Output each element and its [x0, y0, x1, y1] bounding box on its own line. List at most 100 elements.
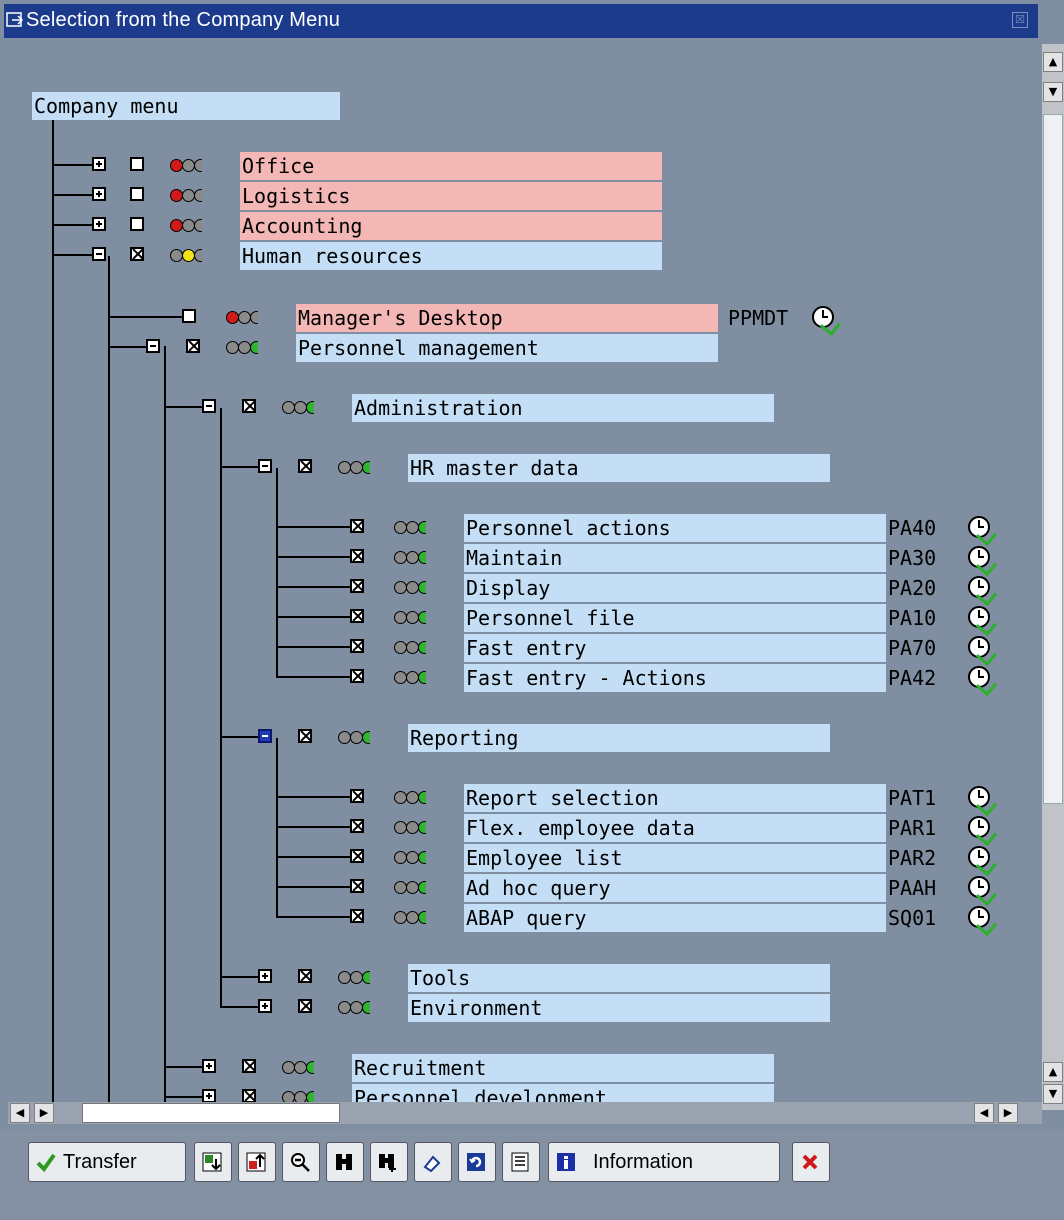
- tree-node-label[interactable]: HR master data: [408, 454, 830, 482]
- tree-node-label[interactable]: Logistics: [240, 182, 662, 210]
- node-checkbox[interactable]: [242, 1089, 256, 1103]
- zoom-button[interactable]: [282, 1142, 320, 1182]
- node-checkbox[interactable]: [350, 909, 364, 923]
- scroll-down-icon[interactable]: ▼: [1043, 82, 1063, 102]
- scroll-up-icon[interactable]: ▲: [1043, 52, 1063, 72]
- node-checkbox[interactable]: [298, 729, 312, 743]
- node-checkbox[interactable]: [350, 879, 364, 893]
- tree-node-label[interactable]: ABAP query: [464, 904, 886, 932]
- node-checkbox[interactable]: [350, 789, 364, 803]
- tree-node-label[interactable]: Reporting: [408, 724, 830, 752]
- cancel-button[interactable]: [792, 1142, 830, 1182]
- tree-expander-icon[interactable]: [92, 217, 106, 231]
- scroll-page-up-icon[interactable]: ▲: [1043, 1062, 1063, 1082]
- timed-transaction-icon[interactable]: [812, 306, 842, 337]
- tree-node-label[interactable]: Report selection: [464, 784, 886, 812]
- node-checkbox[interactable]: [350, 519, 364, 533]
- horizontal-scrollbar[interactable]: ◀ ▶ ◀ ▶: [8, 1102, 1042, 1124]
- node-checkbox[interactable]: [242, 1059, 256, 1073]
- tree-expander-icon[interactable]: [258, 459, 272, 473]
- tree-expander-icon[interactable]: [146, 339, 160, 353]
- node-checkbox[interactable]: [130, 247, 144, 261]
- tree-node-label[interactable]: Flex. employee data: [464, 814, 886, 842]
- tree-connector-line: [220, 1006, 258, 1008]
- node-checkbox[interactable]: [350, 639, 364, 653]
- tree-expander-icon[interactable]: [258, 729, 272, 743]
- timed-transaction-icon[interactable]: [968, 666, 998, 697]
- tree-node-label[interactable]: Personnel actions: [464, 514, 886, 542]
- tree-expander-icon[interactable]: [202, 399, 216, 413]
- refresh-button[interactable]: [458, 1142, 496, 1182]
- legend-button[interactable]: [502, 1142, 540, 1182]
- node-checkbox[interactable]: [350, 669, 364, 683]
- scroll-right-end-icon[interactable]: ▶: [998, 1103, 1018, 1123]
- timed-transaction-icon[interactable]: [968, 906, 998, 937]
- tree-expander-icon[interactable]: [202, 1059, 216, 1073]
- node-checkbox[interactable]: [298, 969, 312, 983]
- node-checkbox[interactable]: [130, 217, 144, 231]
- vertical-scrollbar[interactable]: ▲ ▼ ▲ ▼: [1042, 44, 1064, 1110]
- tree-node-label[interactable]: Administration: [352, 394, 774, 422]
- tree-expander-icon[interactable]: [258, 969, 272, 983]
- vertical-scroll-track[interactable]: [1043, 114, 1063, 804]
- scroll-left-end-icon[interactable]: ◀: [974, 1103, 994, 1123]
- tree-expander-icon[interactable]: [202, 1089, 216, 1103]
- node-checkbox[interactable]: [350, 609, 364, 623]
- expand-subtree-button[interactable]: [194, 1142, 232, 1182]
- tree-node-label[interactable]: Human resources: [240, 242, 662, 270]
- close-icon[interactable]: ☒: [1012, 12, 1028, 28]
- timed-transaction-icon[interactable]: [968, 786, 998, 817]
- node-checkbox[interactable]: [130, 187, 144, 201]
- collapse-subtree-button[interactable]: [238, 1142, 276, 1182]
- tree-expander-icon[interactable]: [92, 157, 106, 171]
- horizontal-scroll-thumb[interactable]: [82, 1103, 340, 1123]
- node-checkbox[interactable]: [350, 579, 364, 593]
- tree-node-label[interactable]: Recruitment: [352, 1054, 774, 1082]
- transaction-code: PA10: [888, 606, 937, 630]
- timed-transaction-icon[interactable]: [968, 546, 998, 577]
- tree-node-label[interactable]: Maintain: [464, 544, 886, 572]
- timed-transaction-icon[interactable]: [968, 636, 998, 667]
- tree-node-label[interactable]: Fast entry: [464, 634, 886, 662]
- node-checkbox[interactable]: [130, 157, 144, 171]
- timed-transaction-icon[interactable]: [968, 576, 998, 607]
- node-checkbox[interactable]: [350, 549, 364, 563]
- node-checkbox[interactable]: [182, 309, 196, 323]
- tree-node-label[interactable]: Fast entry - Actions: [464, 664, 886, 692]
- undo-button[interactable]: [414, 1142, 452, 1182]
- timed-transaction-icon[interactable]: [968, 606, 998, 637]
- tree-node-label[interactable]: Environment: [408, 994, 830, 1022]
- transfer-button[interactable]: Transfer: [28, 1142, 186, 1182]
- tree-expander-icon[interactable]: [92, 187, 106, 201]
- find-next-button[interactable]: [370, 1142, 408, 1182]
- status-light-icon: [182, 159, 195, 172]
- tree-node-label[interactable]: Tools: [408, 964, 830, 992]
- tree-node-label[interactable]: Personnel file: [464, 604, 886, 632]
- node-checkbox[interactable]: [242, 399, 256, 413]
- timed-transaction-icon[interactable]: [968, 876, 998, 907]
- information-button[interactable]: Information: [548, 1142, 780, 1182]
- scroll-right-icon[interactable]: ▶: [34, 1103, 54, 1123]
- scroll-left-icon[interactable]: ◀: [10, 1103, 30, 1123]
- node-checkbox[interactable]: [298, 459, 312, 473]
- timed-transaction-icon[interactable]: [968, 516, 998, 547]
- node-checkbox[interactable]: [350, 849, 364, 863]
- node-checkbox[interactable]: [298, 999, 312, 1013]
- find-button[interactable]: [326, 1142, 364, 1182]
- status-light-icon: [406, 521, 419, 534]
- tree-node-label[interactable]: Employee list: [464, 844, 886, 872]
- node-checkbox[interactable]: [186, 339, 200, 353]
- node-checkbox[interactable]: [350, 819, 364, 833]
- transaction-code: PAT1: [888, 786, 937, 810]
- timed-transaction-icon[interactable]: [968, 816, 998, 847]
- tree-node-label[interactable]: Office: [240, 152, 662, 180]
- tree-expander-icon[interactable]: [92, 247, 106, 261]
- tree-node-label[interactable]: Accounting: [240, 212, 662, 240]
- scroll-page-down-icon[interactable]: ▼: [1043, 1084, 1063, 1104]
- tree-node-label[interactable]: Display: [464, 574, 886, 602]
- tree-node-label[interactable]: Personnel management: [296, 334, 718, 362]
- tree-expander-icon[interactable]: [258, 999, 272, 1013]
- timed-transaction-icon[interactable]: [968, 846, 998, 877]
- tree-node-label[interactable]: Ad hoc query: [464, 874, 886, 902]
- tree-node-label[interactable]: Manager's Desktop: [296, 304, 718, 332]
